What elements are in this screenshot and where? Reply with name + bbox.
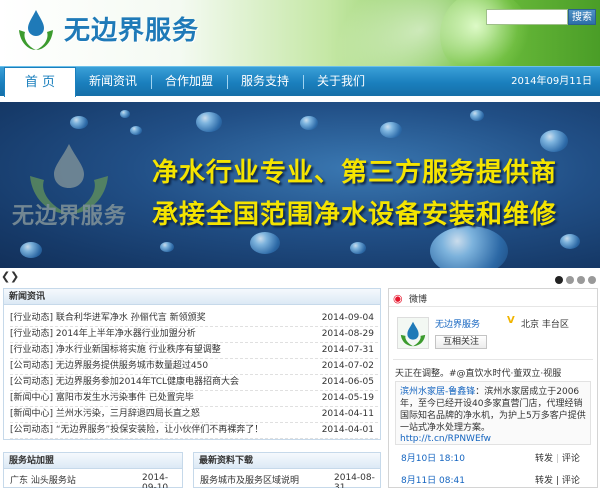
follow-button[interactable]: 互相关注	[435, 335, 487, 349]
post-time[interactable]: 8月10日 18:10	[401, 451, 465, 464]
verified-icon: V	[507, 315, 515, 326]
nav-separator	[227, 75, 228, 89]
follow-label: 互相关注	[442, 337, 479, 347]
profile-location: 北京 丰台区	[521, 320, 569, 330]
water-drop	[430, 226, 508, 268]
weibo-title: 微博	[409, 295, 428, 305]
nav-item-news[interactable]: 新闻资讯	[80, 67, 146, 97]
download-item[interactable]: 服务城市及服务区域说明	[200, 473, 299, 486]
weibo-icon: ◉	[393, 292, 403, 305]
main-nav: 首 页 新闻资讯 合作加盟 服务支持 关于我们 2014年09月11日	[0, 66, 600, 97]
water-drop	[300, 116, 318, 130]
repost-link[interactable]: 转发	[535, 454, 553, 464]
water-drop	[470, 110, 484, 121]
site-header: 无边界服务 搜索	[0, 0, 600, 66]
comment-link[interactable]: 评论	[562, 476, 580, 486]
weibo-widget: ◉ 微博 无边界服务 V 北京 丰台区 互相关注 天正在调整。#@直饮水时代·董…	[388, 288, 598, 488]
download-date: 2014-08-31	[334, 473, 375, 488]
action-separator: |	[555, 454, 559, 464]
nav-item-about[interactable]: 关于我们	[308, 67, 374, 97]
profile-name[interactable]: 无边界服务	[435, 317, 480, 330]
weibo-post: 滨州水家居-鲁鑫锋：滨州水家居成立于2006年，至今已经开设40多家直营门店，代…	[395, 381, 591, 445]
post-author[interactable]: 滨州水家居-鲁鑫锋	[400, 387, 475, 397]
water-drop	[196, 112, 222, 132]
divider	[393, 359, 593, 360]
banner-headline-1: 净水行业专业、第三方服务提供商	[152, 158, 558, 188]
water-drop	[350, 242, 366, 254]
logo-text[interactable]: 无边界服务	[64, 10, 199, 47]
water-drop	[130, 126, 142, 135]
logo-icon[interactable]	[16, 6, 56, 54]
water-drop	[20, 242, 42, 258]
station-panel-header: 服务站加盟	[4, 453, 182, 469]
repost-link[interactable]: 转发	[535, 476, 553, 486]
slider-dot[interactable]	[577, 276, 585, 284]
profile-avatar[interactable]	[397, 317, 429, 349]
news-title[interactable]: [公司动态] “无边界服务”投保安装险，让小伙伴们不再裸奔了！	[10, 421, 263, 439]
post-body: 滨州水家居-鲁鑫锋：滨州水家居成立于2006年，至今已经开设40多家直营门店，代…	[400, 386, 586, 434]
slider-dot[interactable]	[555, 276, 563, 284]
news-date: 2014-04-01	[321, 425, 374, 435]
hero-banner[interactable]: 无边界服务 净水行业专业、第三方服务提供商 承接全国范围净水设备安装和维修	[0, 102, 600, 268]
banner-brand: 无边界服务	[12, 204, 128, 229]
station-item[interactable]: 广东 汕头服务站	[10, 473, 76, 486]
news-panel: 新闻资讯 [行业动态] 联合利华进军净水 孙俪代言 新领颁奖 2014-09-04…	[3, 288, 381, 440]
post-actions: 转发 | 评论	[535, 451, 580, 464]
slider-dot[interactable]	[566, 276, 574, 284]
news-item[interactable]: [公司动态] “无边界服务”投保安装险，让小伙伴们不再裸奔了！ 2014-04-0…	[10, 421, 378, 439]
nav-item-franchise[interactable]: 合作加盟	[156, 67, 222, 97]
download-panel-header: 最新资料下载	[194, 453, 380, 469]
weibo-status-text: 天正在调整。#@直饮水时代·董双立·视服	[395, 369, 562, 379]
action-separator: |	[555, 476, 559, 486]
search-button[interactable]: 搜索	[568, 9, 596, 25]
water-drop	[540, 130, 568, 152]
search-input[interactable]	[486, 9, 568, 25]
water-drop	[160, 242, 174, 252]
comment-link[interactable]: 评论	[562, 454, 580, 464]
water-drop	[120, 110, 130, 118]
station-panel: 服务站加盟 广东 汕头服务站 2014-09-10	[3, 452, 183, 488]
slider-controls	[0, 268, 600, 286]
banner-headline-2: 承接全国范围净水设备安装和维修	[152, 200, 558, 230]
water-drop	[380, 122, 402, 138]
water-drop	[250, 232, 280, 254]
slider-prev-icon[interactable]: ❮	[1, 270, 10, 283]
water-drop	[560, 234, 580, 249]
water-drop	[70, 116, 88, 129]
current-date: 2014年09月11日	[511, 76, 592, 87]
slider-dot[interactable]	[588, 276, 596, 284]
weibo-header: ◉ 微博	[389, 289, 597, 307]
nav-separator	[151, 75, 152, 89]
news-panel-header: 新闻资讯	[4, 289, 380, 305]
nav-item-support[interactable]: 服务支持	[232, 67, 298, 97]
post-time[interactable]: 8月11日 08:41	[401, 473, 465, 486]
download-panel: 最新资料下载 服务城市及服务区域说明 2014-08-31	[193, 452, 381, 488]
post-link[interactable]: http://t.cn/RPNWEfw	[400, 434, 586, 444]
station-date: 2014-09-10	[142, 473, 169, 488]
nav-item-home[interactable]: 首 页	[4, 67, 76, 97]
nav-separator	[303, 75, 304, 89]
slider-next-icon[interactable]: ❯	[10, 270, 19, 283]
slider-dots	[552, 273, 596, 287]
post-actions: 转发 | 评论	[535, 473, 580, 486]
